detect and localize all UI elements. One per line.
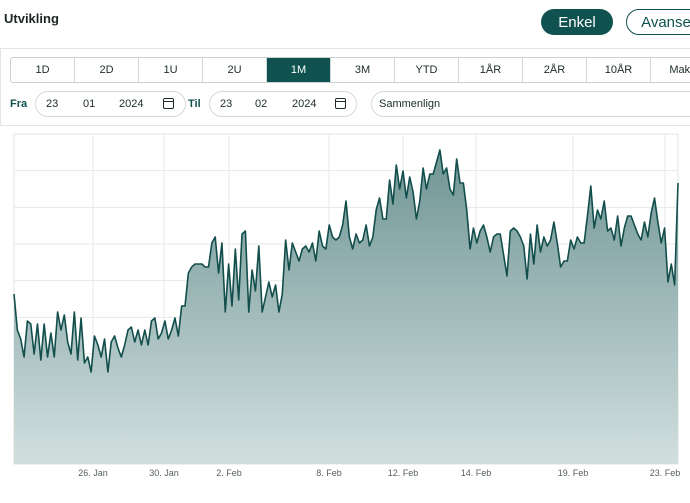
calendar-icon[interactable] <box>335 98 346 109</box>
x-tick-label: 14. Feb <box>461 468 492 478</box>
chart-controls: 1D2D1U2U1M3MYTD1ÅR2ÅR10ÅRMaks Fra 23 01 … <box>0 48 690 126</box>
range-tab-1år[interactable]: 1ÅR <box>459 58 523 82</box>
x-tick-label: 8. Feb <box>316 468 342 478</box>
chart-canvas: 26. Jan 30. Jan 2. Feb 8. Feb 12. Feb 14. Feb… <box>13 133 681 478</box>
date-range-row: Fra 23 01 2024 Til 23 02 2024 Sammenlign <box>10 91 690 119</box>
range-tab-2d[interactable]: 2D <box>75 58 139 82</box>
header: Utvikling Enkel Avanse <box>0 0 690 44</box>
to-date-picker[interactable]: 23 02 2024 <box>209 91 357 117</box>
page-title: Utvikling <box>4 11 59 26</box>
range-selector: 1D2D1U2U1M3MYTD1ÅR2ÅR10ÅRMaks <box>10 57 690 83</box>
to-year-field[interactable]: 2024 <box>292 98 316 110</box>
x-tick-label: 19. Feb <box>558 468 589 478</box>
x-tick-label: 30. Jan <box>149 468 179 478</box>
range-tab-2år[interactable]: 2ÅR <box>523 58 587 82</box>
x-tick-label: 2. Feb <box>216 468 242 478</box>
from-date-picker[interactable]: 23 01 2024 <box>35 91 186 117</box>
x-tick-label: 23. Feb <box>650 468 681 478</box>
range-tab-maks[interactable]: Maks <box>651 58 690 82</box>
calendar-icon[interactable] <box>163 98 174 109</box>
compare-search-input[interactable]: Sammenlign <box>371 91 690 117</box>
x-tick-label: 26. Jan <box>78 468 108 478</box>
from-label: Fra <box>10 98 28 110</box>
simple-mode-button[interactable]: Enkel <box>541 9 613 35</box>
from-year-field[interactable]: 2024 <box>119 98 143 110</box>
from-month-field[interactable]: 01 <box>83 98 95 110</box>
advanced-mode-button[interactable]: Avanse <box>626 9 690 35</box>
x-tick-label: 12. Feb <box>388 468 419 478</box>
to-day-field[interactable]: 23 <box>220 98 232 110</box>
price-chart: 26. Jan 30. Jan 2. Feb 8. Feb 12. Feb 14. Feb… <box>0 124 690 503</box>
range-tab-ytd[interactable]: YTD <box>395 58 459 82</box>
range-tab-1d[interactable]: 1D <box>11 58 75 82</box>
range-tab-2u[interactable]: 2U <box>203 58 267 82</box>
range-tab-3m[interactable]: 3M <box>331 58 395 82</box>
range-tab-10år[interactable]: 10ÅR <box>587 58 651 82</box>
to-month-field[interactable]: 02 <box>255 98 267 110</box>
chart-area <box>14 150 678 464</box>
to-label: Til <box>188 98 201 110</box>
range-tab-1u[interactable]: 1U <box>139 58 203 82</box>
from-day-field[interactable]: 23 <box>46 98 58 110</box>
range-tab-1m[interactable]: 1M <box>267 58 331 82</box>
